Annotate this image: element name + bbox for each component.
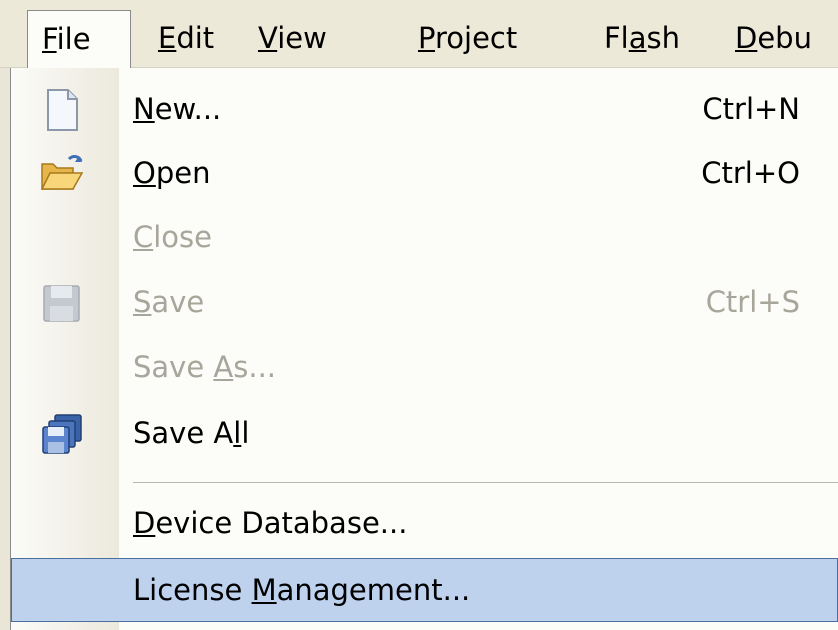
- file-menu-dropdown: New... Ctrl+N Open Ctrl+O Close Save Ctr…: [10, 68, 838, 630]
- menu-item-label: New...: [133, 76, 221, 142]
- menu-view[interactable]: View: [258, 10, 327, 66]
- menu-item-label: Device Database...: [133, 490, 407, 556]
- menu-file[interactable]: File: [27, 10, 131, 70]
- menu-item-label: Save As...: [133, 334, 276, 400]
- menu-edit-key: E: [158, 21, 177, 55]
- menu-edit[interactable]: Edit: [158, 10, 214, 66]
- menu-debug[interactable]: Debu: [735, 10, 812, 66]
- menu-item-save[interactable]: Save Ctrl+S: [11, 269, 838, 335]
- menu-edit-post: dit: [176, 21, 215, 55]
- label-post: l: [241, 416, 250, 450]
- menu-item-device-database[interactable]: Device Database...: [11, 490, 838, 556]
- label-key: S: [133, 285, 152, 319]
- menu-item-save-all[interactable]: Save All: [11, 400, 838, 466]
- window-edge: [0, 68, 10, 630]
- label-key: M: [251, 573, 277, 607]
- menu-item-label: Save All: [133, 400, 249, 466]
- menu-file-post: ile: [56, 22, 91, 56]
- menu-item-save-as[interactable]: Save As...: [11, 334, 838, 400]
- label-key: C: [133, 220, 154, 254]
- menu-view-post: iew: [277, 21, 327, 55]
- menu-view-key: V: [258, 21, 278, 55]
- menu-flash-pre: Fl: [604, 21, 629, 55]
- label-post: anagement...: [276, 573, 471, 607]
- menu-debug-post: ebu: [757, 21, 812, 55]
- label-key: N: [133, 92, 155, 126]
- menu-bar: File Edit View Project Flash Debu: [0, 0, 838, 70]
- menu-flash-post: sh: [646, 21, 681, 55]
- label-pre: Save: [133, 350, 214, 384]
- menu-item-label: License Management...: [133, 559, 470, 621]
- label-key: A: [213, 350, 234, 384]
- label-key: D: [133, 506, 156, 540]
- menu-item-close[interactable]: Close: [11, 204, 838, 270]
- menu-item-shortcut: Ctrl+O: [701, 156, 800, 190]
- label-post: ew...: [154, 92, 222, 126]
- save-all-icon: [39, 411, 85, 457]
- new-file-icon: [39, 87, 85, 133]
- menu-item-shortcut: Ctrl+S: [705, 285, 800, 319]
- open-folder-icon: [39, 151, 85, 197]
- label-post: ave: [151, 285, 205, 319]
- menu-item-license-management[interactable]: License Management...: [11, 558, 838, 622]
- menu-flash[interactable]: Flash: [604, 10, 680, 66]
- label-post: evice Database...: [155, 506, 408, 540]
- label-post: s...: [233, 350, 277, 384]
- menu-item-new[interactable]: New... Ctrl+N: [11, 76, 838, 142]
- label-post: pen: [155, 156, 211, 190]
- save-disk-icon: [39, 280, 85, 326]
- menu-project-key: P: [418, 21, 435, 55]
- menu-file-key: F: [42, 22, 57, 56]
- label-key: O: [133, 156, 156, 190]
- menu-separator: [133, 482, 838, 483]
- menu-flash-key: a: [628, 21, 647, 55]
- menu-item-shortcut: Ctrl+N: [702, 92, 800, 126]
- label-post: lose: [153, 220, 213, 254]
- menu-project-post: roject: [434, 21, 518, 55]
- menu-debug-key: D: [735, 21, 758, 55]
- label-pre: License: [133, 573, 252, 607]
- menu-item-open[interactable]: Open Ctrl+O: [11, 140, 838, 206]
- label-pre: Save A: [133, 416, 234, 450]
- menu-item-label: Open: [133, 140, 210, 206]
- menu-item-label: Save: [133, 269, 204, 335]
- menu-item-label: Close: [133, 204, 212, 270]
- menu-project[interactable]: Project: [418, 10, 517, 66]
